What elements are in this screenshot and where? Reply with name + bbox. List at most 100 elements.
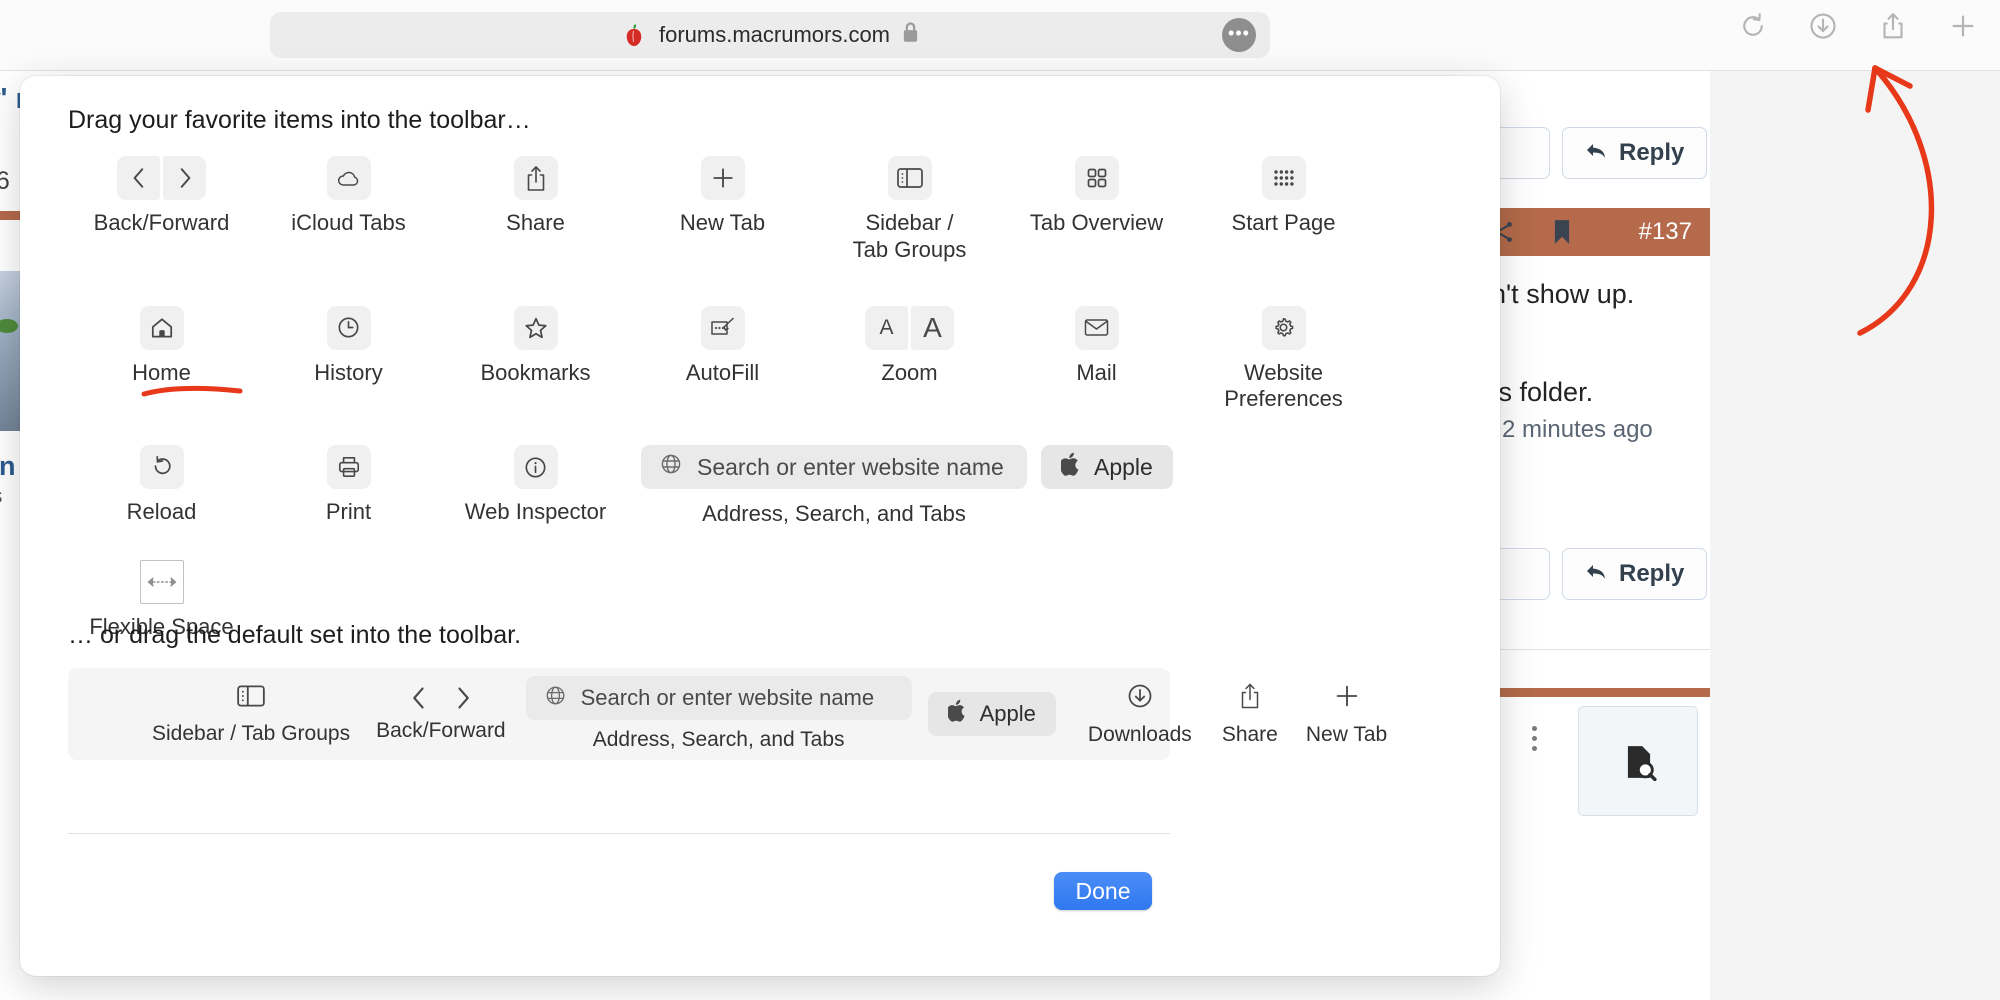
item-tab-overview[interactable]: Tab Overview xyxy=(1003,156,1190,237)
item-label: Back/Forward xyxy=(93,210,230,235)
item-history[interactable]: History xyxy=(255,305,442,387)
grid-four-icon xyxy=(1074,156,1119,200)
reply-arrow-icon xyxy=(1585,560,1607,588)
zoom-in-icon[interactable]: A xyxy=(911,305,954,350)
default-item-share[interactable]: Share xyxy=(1222,682,1278,747)
item-website-preferences[interactable]: Website Preferences xyxy=(1190,305,1377,414)
apple-icon xyxy=(1059,452,1082,483)
default-item-label: Share xyxy=(1221,722,1278,746)
item-share[interactable]: Share xyxy=(442,156,629,237)
item-label: Mail xyxy=(1076,359,1117,385)
default-item-label: New Tab xyxy=(1305,722,1388,746)
thread-subtitle-fragment: . 6 xyxy=(0,167,10,195)
item-label: Start Page xyxy=(1231,210,1336,235)
done-button[interactable]: Done xyxy=(1054,872,1152,910)
sidebar-icon xyxy=(236,683,266,714)
gear-icon xyxy=(1261,305,1306,350)
item-apple-bookmark[interactable]: Apple xyxy=(1041,445,1173,490)
default-set-row[interactable]: Sidebar / Tab Groups Back/Forward Search… xyxy=(68,668,1387,760)
item-label: Print xyxy=(325,499,372,525)
page-menu-button[interactable]: ••• xyxy=(1222,18,1256,52)
default-item-new-tab[interactable]: New Tab xyxy=(1306,682,1387,747)
new-tab-icon[interactable] xyxy=(1946,9,1980,43)
item-home[interactable]: Home xyxy=(68,305,255,387)
item-sidebar-tab-groups[interactable]: Sidebar / Tab Groups xyxy=(816,156,1003,264)
item-autofill[interactable]: AutoFill xyxy=(629,305,816,387)
clock-icon xyxy=(326,305,371,350)
items-row-3: Reload Print Web Inspector Search or ent… xyxy=(68,445,1388,528)
flexible-space-icon xyxy=(139,560,184,605)
default-search-sublabel: Address, Search, and Tabs xyxy=(592,728,845,751)
default-item-sidebar[interactable]: Sidebar / Tab Groups xyxy=(152,683,350,746)
default-search-placeholder: Search or enter website name xyxy=(580,685,875,710)
item-label: Tab Overview xyxy=(1029,210,1164,235)
apple-button-label: Apple xyxy=(1094,453,1153,480)
default-item-search[interactable]: Search or enter website name Address, Se… xyxy=(525,676,912,752)
item-label: Home xyxy=(132,359,191,385)
reload-icon[interactable] xyxy=(1736,9,1770,43)
default-item-label: Sidebar / Tab Groups xyxy=(152,721,351,745)
default-item-downloads[interactable]: Downloads xyxy=(1088,682,1192,747)
more-options-icon[interactable] xyxy=(1532,726,1537,751)
address-bar-content: forums.macrumors.com xyxy=(621,21,919,49)
share-icon xyxy=(513,156,558,200)
default-apple-button[interactable]: Apple xyxy=(927,692,1056,736)
forward-icon[interactable] xyxy=(163,156,206,200)
downloads-icon[interactable] xyxy=(1806,9,1840,43)
document-search-icon xyxy=(1620,743,1658,786)
post-timestamp: 2 minutes ago xyxy=(1502,416,1653,443)
zoom-out-icon[interactable]: A xyxy=(865,305,908,350)
printer-icon xyxy=(326,445,371,490)
macrumors-favicon xyxy=(621,22,647,48)
reply-button-bottom[interactable]: Reply xyxy=(1562,548,1708,600)
username-fragment: yn xyxy=(0,451,16,481)
default-search-field[interactable]: Search or enter website name xyxy=(525,676,912,720)
item-print[interactable]: Print xyxy=(255,445,442,526)
item-icloud-tabs[interactable]: iCloud Tabs xyxy=(255,156,442,237)
toolbar-items-grid: Back/Forward iCloud Tabs Share New Tab S… xyxy=(68,156,1388,641)
globe-icon xyxy=(544,684,567,713)
item-web-inspector[interactable]: Web Inspector xyxy=(442,445,629,526)
item-reload[interactable]: Reload xyxy=(68,445,255,526)
item-zoom[interactable]: A A Zoom xyxy=(816,305,1003,387)
default-item-label: Back/Forward xyxy=(376,719,506,742)
default-item-back-forward[interactable]: Back/Forward xyxy=(376,685,506,743)
back-icon[interactable] xyxy=(117,156,160,200)
url-text: forums.macrumors.com xyxy=(658,22,891,47)
zoom-aa-icon: A A xyxy=(865,305,954,350)
search-field[interactable]: Search or enter website name xyxy=(641,445,1027,490)
toolbar-right-icons xyxy=(1736,9,1980,43)
item-label: Bookmarks xyxy=(480,359,591,385)
apple-button[interactable]: Apple xyxy=(1041,445,1173,490)
item-new-tab[interactable]: New Tab xyxy=(629,156,816,237)
downloads-icon xyxy=(1126,682,1154,715)
share-icon[interactable] xyxy=(1876,9,1910,43)
item-label: Share xyxy=(506,210,565,235)
reply-button-top[interactable]: Reply xyxy=(1562,127,1708,179)
address-bar[interactable]: forums.macrumors.com ••• xyxy=(270,12,1270,58)
default-item-label: Downloads xyxy=(1087,722,1192,746)
dots-grid-icon xyxy=(1261,156,1306,200)
item-label: iCloud Tabs xyxy=(291,210,406,235)
item-label: Website Preferences xyxy=(1224,359,1343,412)
search-field-sublabel: Address, Search, and Tabs xyxy=(702,501,966,527)
lock-icon xyxy=(902,21,919,49)
item-bookmarks[interactable]: Bookmarks xyxy=(442,305,629,387)
item-start-page[interactable]: Start Page xyxy=(1190,156,1377,237)
item-label: AutoFill xyxy=(685,359,760,385)
cloud-icon xyxy=(326,156,371,200)
reply-button-label: Reply xyxy=(1619,560,1685,587)
mail-icon xyxy=(1074,305,1119,350)
item-back-forward[interactable]: Back/Forward xyxy=(68,156,255,237)
bookmark-icon[interactable] xyxy=(1552,219,1572,250)
plus-icon xyxy=(1333,682,1361,715)
default-item-apple[interactable]: Apple xyxy=(927,692,1056,736)
browser-toolbar: forums.macrumors.com ••• xyxy=(0,0,2000,71)
globe-icon xyxy=(659,452,683,482)
autofill-icon xyxy=(700,305,745,350)
customize-toolbar-panel: Drag your favorite items into the toolba… xyxy=(20,76,1500,976)
item-address-search-tabs[interactable]: Search or enter website name Address, Se… xyxy=(641,445,1027,528)
item-mail[interactable]: Mail xyxy=(1003,305,1190,387)
items-row-2: Home History Bookmarks AutoFill A A Zoom… xyxy=(68,305,1388,414)
post-number[interactable]: #137 xyxy=(1621,218,1710,246)
